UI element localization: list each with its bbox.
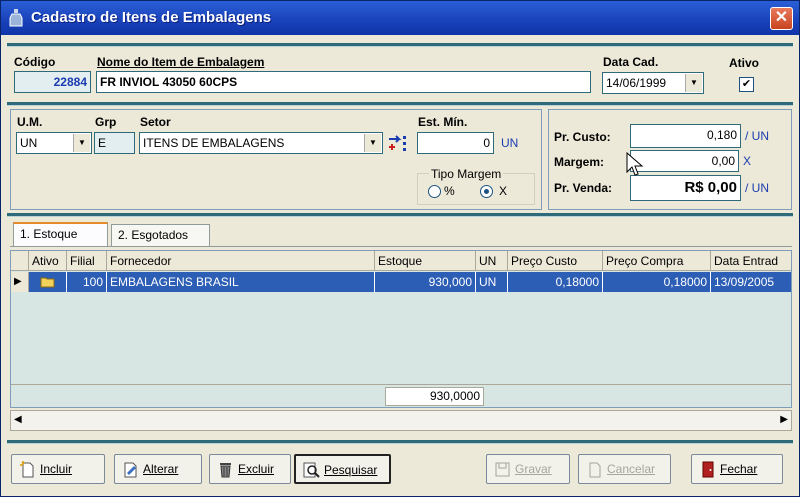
setor-label: Setor bbox=[140, 115, 171, 129]
tipo-x-radio[interactable] bbox=[480, 185, 493, 198]
search-icon bbox=[303, 462, 320, 478]
margem-unit: X bbox=[743, 154, 752, 168]
grid-header[interactable]: Ativo bbox=[29, 251, 67, 271]
title-bar[interactable]: Cadastro de Itens de Embalagens ✕ bbox=[1, 1, 799, 35]
table-row[interactable] bbox=[29, 272, 67, 292]
grid-header[interactable]: Fornecedor bbox=[107, 251, 375, 271]
custo-label: Pr. Custo: bbox=[554, 130, 611, 144]
nome-field[interactable]: FR INVIOL 43050 60CPS bbox=[96, 71, 591, 93]
chevron-down-icon[interactable]: ▼ bbox=[364, 134, 381, 152]
exit-door-icon bbox=[702, 461, 714, 478]
bottom-separator bbox=[7, 440, 793, 444]
alterar-label: Alterar bbox=[143, 462, 179, 476]
incluir-label: Incluir bbox=[40, 462, 73, 476]
venda-label: Pr. Venda: bbox=[554, 181, 613, 195]
save-icon bbox=[495, 462, 510, 477]
grid-footer-line bbox=[11, 384, 791, 385]
scroll-right-icon[interactable]: ▶ bbox=[780, 414, 788, 425]
window-title: Cadastro de Itens de Embalagens bbox=[31, 9, 272, 26]
row-fornecedor: EMBALAGENS BRASIL bbox=[107, 272, 375, 292]
grid-header[interactable]: Estoque bbox=[375, 251, 476, 271]
cancelar-label: Cancelar bbox=[607, 462, 656, 476]
row-indicator[interactable]: ▶ bbox=[11, 272, 29, 292]
codigo-label: Código bbox=[14, 55, 56, 69]
trash-icon bbox=[220, 463, 231, 478]
grid-header[interactable]: UN bbox=[476, 251, 508, 271]
grid-corner bbox=[11, 251, 29, 271]
cancelar-button[interactable]: Cancelar bbox=[578, 454, 671, 484]
chevron-down-icon[interactable]: ▼ bbox=[685, 74, 702, 92]
total-estoque: 930,0000 bbox=[385, 387, 484, 406]
estmin-unit: UN bbox=[501, 136, 519, 150]
setor-select[interactable]: ITENS DE EMBALAGENS ▼ bbox=[139, 132, 383, 154]
new-document-icon bbox=[20, 461, 34, 478]
grid-header[interactable]: Preço Compra bbox=[603, 251, 711, 271]
estmin-field[interactable]: 0 bbox=[417, 132, 494, 154]
pesquisar-button[interactable]: Pesquisar bbox=[294, 454, 391, 484]
row-un: UN bbox=[476, 272, 508, 292]
custo-field[interactable]: 0,180 bbox=[630, 124, 741, 148]
tipo-x-label: X bbox=[499, 184, 508, 198]
scroll-left-icon[interactable]: ◀ bbox=[14, 414, 22, 425]
incluir-button[interactable]: Incluir bbox=[11, 454, 105, 484]
venda-unit: / UN bbox=[745, 181, 769, 195]
pesquisar-label: Pesquisar bbox=[324, 463, 378, 477]
nome-label: Nome do Item de Embalagem bbox=[97, 55, 265, 69]
close-button[interactable]: ✕ bbox=[770, 7, 793, 30]
margem-field[interactable]: 0,00 bbox=[630, 150, 739, 172]
excluir-button[interactable]: Excluir bbox=[209, 454, 291, 484]
row-preco-compra: 0,18000 bbox=[603, 272, 711, 292]
estoque-grid[interactable]: Ativo Filial Fornecedor Estoque UN Preço… bbox=[10, 250, 792, 408]
data-cad-label: Data Cad. bbox=[603, 55, 659, 69]
margem-label: Margem: bbox=[554, 155, 605, 169]
codigo-field[interactable]: 22884 bbox=[14, 71, 91, 93]
gravar-label: Gravar bbox=[515, 462, 552, 476]
mouse-cursor-icon bbox=[626, 152, 644, 176]
tab-esgotados[interactable]: 2. Esgotados bbox=[111, 224, 210, 246]
tab-line bbox=[10, 246, 792, 247]
details-separator bbox=[7, 213, 793, 217]
row-data-entrada: 13/09/2005 bbox=[711, 272, 791, 292]
horizontal-scrollbar[interactable]: ◀ ▶ bbox=[10, 410, 792, 431]
top-separator bbox=[7, 43, 793, 47]
grid-header[interactable]: Preço Custo bbox=[508, 251, 603, 271]
tab-estoque[interactable]: 1. Estoque bbox=[13, 222, 108, 246]
setor-value: ITENS DE EMBALAGENS bbox=[143, 136, 285, 150]
cancel-document-icon bbox=[589, 462, 601, 478]
um-select[interactable]: UN ▼ bbox=[16, 132, 92, 154]
gravar-button[interactable]: Gravar bbox=[486, 454, 570, 484]
header-separator bbox=[7, 102, 793, 106]
excluir-label: Excluir bbox=[238, 462, 275, 476]
main-window: Cadastro de Itens de Embalagens ✕ Código… bbox=[0, 0, 800, 497]
row-filial: 100 bbox=[67, 272, 107, 292]
venda-field[interactable]: R$ 0,00 bbox=[630, 175, 741, 201]
setor-add-icon[interactable] bbox=[387, 133, 409, 153]
app-icon bbox=[9, 9, 23, 27]
ativo-label: Ativo bbox=[729, 56, 759, 70]
grid-header[interactable]: Filial bbox=[67, 251, 107, 271]
data-cad-value: 14/06/1999 bbox=[606, 76, 667, 90]
ativo-checkbox[interactable]: ✔ bbox=[739, 77, 754, 92]
um-value: UN bbox=[20, 136, 38, 150]
grp-label: Grp bbox=[95, 115, 117, 129]
custo-unit: / UN bbox=[745, 129, 769, 143]
estmin-label: Est. Mín. bbox=[418, 115, 468, 129]
tipo-pct-radio[interactable] bbox=[428, 185, 441, 198]
edit-document-icon bbox=[124, 462, 137, 478]
row-estoque: 930,000 bbox=[375, 272, 476, 292]
row-preco-custo: 0,18000 bbox=[508, 272, 603, 292]
data-cad-field[interactable]: 14/06/1999 ▼ bbox=[602, 72, 704, 94]
tipo-margem-label: Tipo Margem bbox=[429, 167, 504, 181]
grp-field[interactable]: E bbox=[94, 132, 135, 154]
alterar-button[interactable]: Alterar bbox=[114, 454, 202, 484]
tipo-pct-label: % bbox=[444, 184, 455, 198]
fechar-label: Fechar bbox=[720, 462, 758, 476]
grid-header[interactable]: Data Entrad bbox=[711, 251, 791, 271]
um-label: U.M. bbox=[17, 115, 43, 129]
fechar-button[interactable]: Fechar bbox=[691, 454, 783, 484]
chevron-down-icon[interactable]: ▼ bbox=[73, 134, 90, 152]
folder-icon bbox=[40, 277, 55, 288]
